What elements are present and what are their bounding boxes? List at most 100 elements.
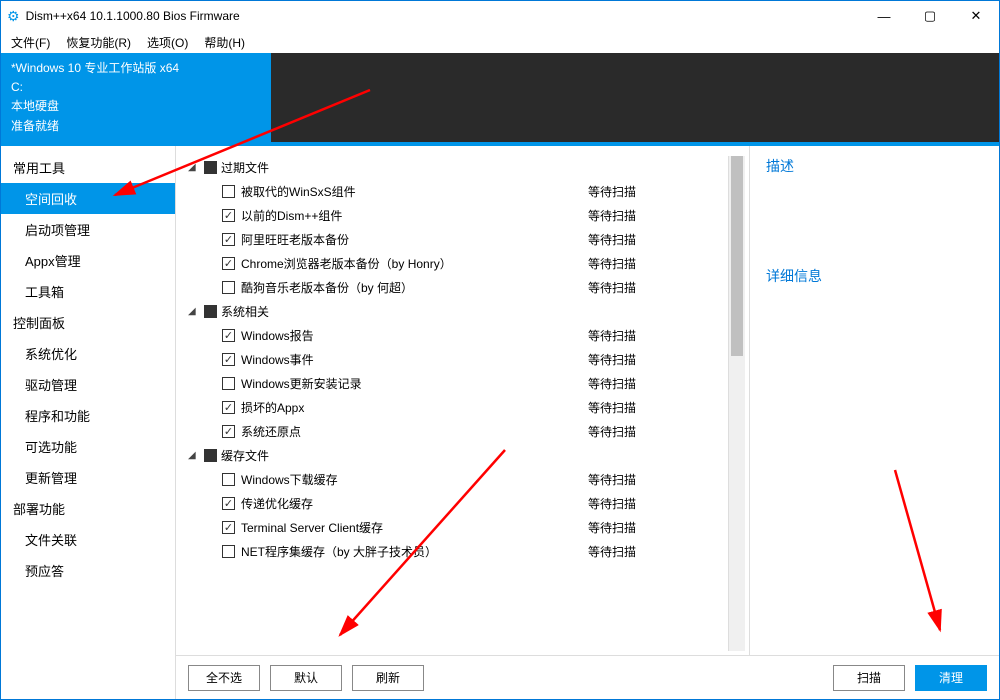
collapse-icon[interactable]: ◢ [188, 162, 200, 173]
checkbox[interactable] [222, 545, 235, 558]
scan-button[interactable]: 扫描 [833, 665, 905, 691]
sidebar-item[interactable]: 程序和功能 [1, 400, 175, 431]
cleanup-tree[interactable]: ◢过期文件被取代的WinSxS组件等待扫描✓以前的Dism++组件等待扫描✓阿里… [188, 156, 728, 651]
tree-item[interactable]: ✓阿里旺旺老版本备份等待扫描 [188, 228, 728, 252]
checkbox[interactable]: ✓ [222, 401, 235, 414]
tree-group[interactable]: ◢ 缓存文件 [188, 444, 728, 468]
checkbox[interactable] [222, 473, 235, 486]
sidebar-item[interactable]: 启动项管理 [1, 214, 175, 245]
item-status: 等待扫描 [588, 327, 728, 344]
item-status: 等待扫描 [588, 279, 728, 296]
checkbox[interactable] [222, 377, 235, 390]
group-label: 缓存文件 [221, 447, 269, 464]
item-label: 酷狗音乐老版本备份（by 何超） [241, 279, 413, 296]
tree-item[interactable]: ✓Windows事件等待扫描 [188, 348, 728, 372]
description-label: 描述 [766, 156, 983, 176]
tree-group[interactable]: ◢ 过期文件 [188, 156, 728, 180]
gear-icon: ⚙ [7, 8, 20, 25]
os-disk: 本地硬盘 [11, 97, 261, 116]
minimize-button[interactable]: ― [861, 1, 907, 31]
item-status: 等待扫描 [588, 231, 728, 248]
item-label: NET程序集缓存（by 大胖子技术员） [241, 543, 437, 560]
checkbox[interactable]: ✓ [222, 233, 235, 246]
menubar: 文件(F) 恢复功能(R) 选项(O) 帮助(H) [1, 31, 999, 53]
details-panel: 描述 详细信息 [749, 146, 999, 655]
tree-item[interactable]: 被取代的WinSxS组件等待扫描 [188, 180, 728, 204]
menu-help[interactable]: 帮助(H) [204, 34, 245, 51]
item-label: Windows下载缓存 [241, 471, 338, 488]
clean-button[interactable]: 清理 [915, 665, 987, 691]
collapse-icon[interactable]: ◢ [188, 306, 200, 317]
item-label: 系统还原点 [241, 423, 301, 440]
sidebar-item[interactable]: 文件关联 [1, 524, 175, 555]
tree-item[interactable]: ✓传递优化缓存等待扫描 [188, 492, 728, 516]
default-button[interactable]: 默认 [270, 665, 342, 691]
sidebar-item[interactable]: Appx管理 [1, 245, 175, 276]
menu-options[interactable]: 选项(O) [147, 34, 188, 51]
menu-recover[interactable]: 恢复功能(R) [66, 34, 131, 51]
item-label: 以前的Dism++组件 [241, 207, 342, 224]
sidebar-item[interactable]: 更新管理 [1, 462, 175, 493]
item-status: 等待扫描 [588, 543, 728, 560]
checkbox[interactable]: ✓ [222, 257, 235, 270]
tree-item[interactable]: NET程序集缓存（by 大胖子技术员） 等待扫描 [188, 540, 728, 564]
sidebar-item[interactable]: 工具箱 [1, 276, 175, 307]
item-status: 等待扫描 [588, 471, 728, 488]
item-status: 等待扫描 [588, 255, 728, 272]
tree-group[interactable]: ◢系统相关 [188, 300, 728, 324]
os-status: 准备就绪 [11, 117, 261, 136]
sidebar-item[interactable]: 空间回收 [1, 183, 175, 214]
group-label: 过期文件 [221, 159, 269, 176]
tree-item[interactable]: ✓ Windows报告 等待扫描 [188, 324, 728, 348]
select-none-button[interactable]: 全不选 [188, 665, 260, 691]
titlebar: ⚙ Dism++x64 10.1.1000.80 Bios Firmware ―… [1, 1, 999, 31]
maximize-button[interactable]: ▢ [907, 1, 953, 31]
os-drive: C: [11, 78, 261, 97]
item-label: Terminal Server Client缓存 [241, 519, 383, 536]
checkbox[interactable]: ✓ [222, 329, 235, 342]
checkbox[interactable] [204, 161, 217, 174]
checkbox[interactable]: ✓ [222, 353, 235, 366]
scrollbar-thumb[interactable] [731, 156, 743, 356]
tree-item[interactable]: ✓ 以前的Dism++组件 等待扫描 [188, 204, 728, 228]
sidebar-group: 控制面板 [1, 307, 175, 338]
window-title: Dism++x64 10.1.1000.80 Bios Firmware [26, 9, 240, 23]
tree-item[interactable]: ✓系统还原点等待扫描 [188, 420, 728, 444]
sidebar-item[interactable]: 驱动管理 [1, 369, 175, 400]
item-label: 损坏的Appx [241, 399, 304, 416]
item-label: Windows报告 [241, 327, 314, 344]
item-label: Chrome浏览器老版本备份（by Honry） [241, 255, 452, 272]
refresh-button[interactable]: 刷新 [352, 665, 424, 691]
sidebar-group: 常用工具 [1, 152, 175, 183]
item-status: 等待扫描 [588, 183, 728, 200]
os-card[interactable]: *Windows 10 专业工作站版 x64 C: 本地硬盘 准备就绪 [1, 53, 271, 142]
sidebar-item[interactable]: 系统优化 [1, 338, 175, 369]
sidebar-group: 部署功能 [1, 493, 175, 524]
tree-item[interactable]: ✓ Chrome浏览器老版本备份（by Honry） 等待扫描 [188, 252, 728, 276]
item-status: 等待扫描 [588, 207, 728, 224]
checkbox[interactable] [222, 185, 235, 198]
collapse-icon[interactable]: ◢ [188, 450, 200, 461]
item-status: 等待扫描 [588, 351, 728, 368]
checkbox[interactable] [222, 281, 235, 294]
item-status: 等待扫描 [588, 375, 728, 392]
sidebar-item[interactable]: 预应答 [1, 555, 175, 586]
item-status: 等待扫描 [588, 399, 728, 416]
item-status: 等待扫描 [588, 519, 728, 536]
checkbox[interactable]: ✓ [222, 209, 235, 222]
menu-file[interactable]: 文件(F) [11, 34, 50, 51]
tree-item[interactable]: ✓ Terminal Server Client缓存 等待扫描 [188, 516, 728, 540]
tree-item[interactable]: ✓ 损坏的Appx 等待扫描 [188, 396, 728, 420]
checkbox[interactable]: ✓ [222, 521, 235, 534]
close-button[interactable]: ✕ [953, 1, 999, 31]
checkbox[interactable]: ✓ [222, 497, 235, 510]
checkbox[interactable] [204, 449, 217, 462]
checkbox[interactable] [204, 305, 217, 318]
tree-item[interactable]: Windows更新安装记录等待扫描 [188, 372, 728, 396]
scrollbar[interactable] [728, 156, 745, 651]
tree-item[interactable]: 酷狗音乐老版本备份（by 何超） 等待扫描 [188, 276, 728, 300]
tree-item[interactable]: Windows下载缓存 等待扫描 [188, 468, 728, 492]
checkbox[interactable]: ✓ [222, 425, 235, 438]
sidebar: 常用工具空间回收启动项管理Appx管理工具箱控制面板系统优化驱动管理程序和功能可… [1, 146, 176, 699]
sidebar-item[interactable]: 可选功能 [1, 431, 175, 462]
